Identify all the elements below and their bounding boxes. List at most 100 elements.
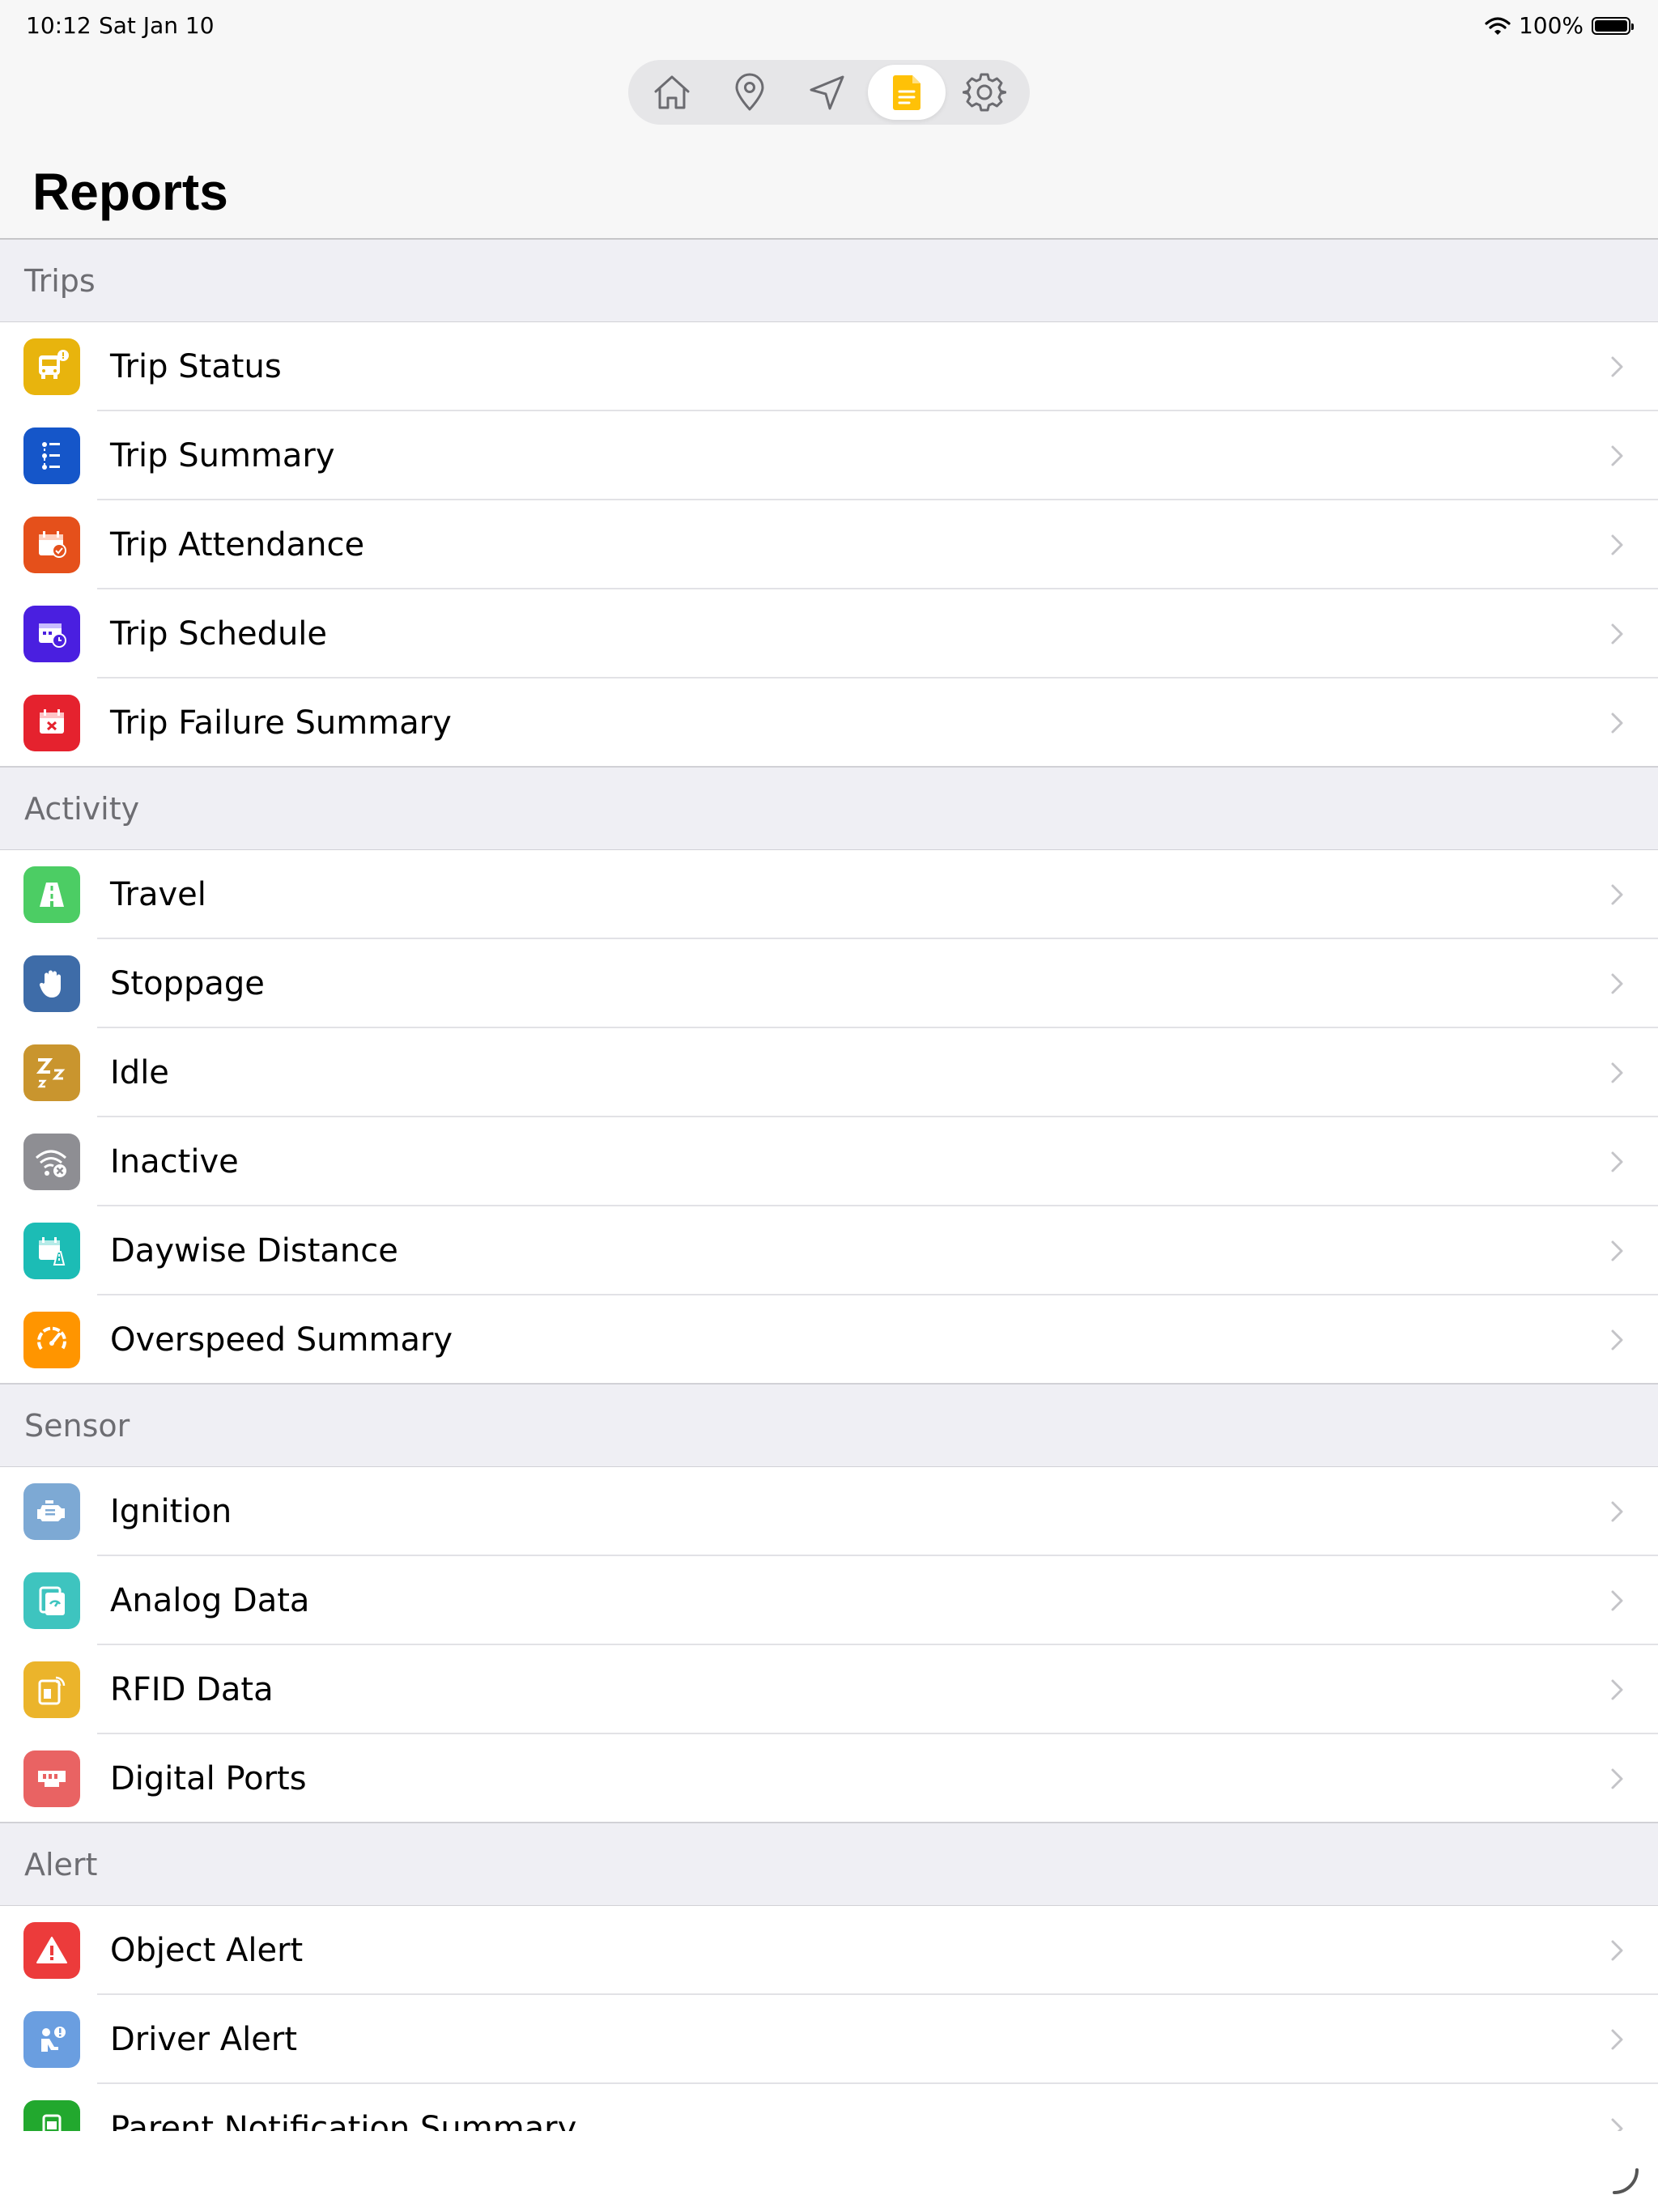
location-pin-icon [735,73,764,111]
section-header-sensor: Sensor [0,1385,1658,1467]
calendar-clock-icon [23,606,80,662]
list-item-label: Travel [110,876,206,913]
chevron-right-icon [1611,356,1623,377]
bottom-area [0,2131,1658,2212]
reports-list[interactable]: Trips Trip Status Trip Summary Trip Atte… [0,240,1658,2131]
digital-port-icon [23,1750,80,1807]
list-item-label: Driver Alert [110,2021,298,2058]
list-item-label: Idle [110,1054,169,1091]
list-item-label: Trip Attendance [110,526,365,564]
chevron-right-icon [1611,623,1623,644]
list-item-label: Inactive [110,1143,239,1180]
calendar-x-icon [23,695,80,751]
chevron-right-icon [1611,1679,1623,1700]
analog-gauge-icon [23,1572,80,1629]
tab-switcher [628,60,1030,125]
road-icon [23,866,80,923]
phone-notification-icon [23,2100,80,2131]
list-item-stoppage[interactable]: Stoppage [0,939,1658,1028]
wifi-icon [1485,16,1511,35]
chevron-right-icon [1611,884,1623,905]
speedometer-icon [23,1312,80,1368]
driver-alert-icon [23,2011,80,2068]
list-item-trip-status[interactable]: Trip Status [0,322,1658,411]
list-item-daywise-distance[interactable]: Daywise Distance [0,1206,1658,1295]
chevron-right-icon [1611,2118,1623,2131]
engine-icon [23,1483,80,1540]
tab-reports[interactable] [868,65,946,120]
chevron-right-icon [1611,973,1623,994]
chevron-right-icon [1611,1151,1623,1172]
list-item-label: Parent Notification Summary [110,2110,577,2131]
chevron-right-icon [1611,1501,1623,1522]
list-item-label: Overspeed Summary [110,1321,453,1359]
section-header-trips: Trips [0,240,1658,322]
rfid-card-icon [23,1661,80,1718]
tab-navigation[interactable] [800,65,855,120]
list-item-parent-notification-summary[interactable]: Parent Notification Summary [0,2084,1658,2131]
list-item-digital-ports[interactable]: Digital Ports [0,1734,1658,1823]
list-item-trip-attendance[interactable]: Trip Attendance [0,500,1658,589]
chevron-right-icon [1611,1940,1623,1961]
list-item-idle[interactable]: Idle [0,1028,1658,1117]
chevron-right-icon [1611,1329,1623,1351]
list-item-trip-schedule[interactable]: Trip Schedule [0,589,1658,678]
bus-alert-icon [23,338,80,395]
chevron-right-icon [1611,534,1623,555]
list-item-label: Trip Failure Summary [110,704,452,742]
calendar-check-icon [23,517,80,573]
list-item-label: Digital Ports [110,1760,307,1797]
list-item-object-alert[interactable]: Object Alert [0,1906,1658,1995]
loading-spinner-icon [1613,2168,1639,2194]
chevron-right-icon [1611,1768,1623,1789]
battery-fill [1595,19,1627,32]
list-item-rfid-data[interactable]: RFID Data [0,1645,1658,1734]
hand-stop-icon [23,955,80,1012]
tab-settings[interactable] [957,65,1012,120]
chevron-right-icon [1611,2029,1623,2050]
home-icon [654,75,690,109]
section-header-activity: Activity [0,768,1658,850]
list-item-travel[interactable]: Travel [0,850,1658,939]
navigation-arrow-icon [810,75,844,110]
tab-location[interactable] [722,65,777,120]
list-item-ignition[interactable]: Ignition [0,1467,1658,1556]
route-list-icon [23,428,80,484]
list-item-label: Ignition [110,1493,232,1530]
list-item-label: Stoppage [110,965,265,1002]
reports-document-icon [893,75,920,110]
list-item-label: Analog Data [110,1582,310,1619]
signal-off-icon [23,1134,80,1190]
warning-triangle-icon [23,1922,80,1979]
battery-icon [1592,16,1634,35]
list-item-trip-failure-summary[interactable]: Trip Failure Summary [0,678,1658,768]
chevron-right-icon [1611,1240,1623,1261]
list-item-inactive[interactable]: Inactive [0,1117,1658,1206]
list-item-label: Object Alert [110,1932,304,1969]
gear-icon [963,73,1006,112]
section-header-alert: Alert [0,1823,1658,1906]
status-date: Sat Jan 10 [99,12,215,39]
list-item-analog-data[interactable]: Analog Data [0,1556,1658,1645]
battery-percent: 100% [1518,12,1584,39]
list-item-label: Trip Status [110,348,282,385]
list-item-label: Trip Schedule [110,615,328,653]
sleep-zz-icon [23,1044,80,1101]
list-item-trip-summary[interactable]: Trip Summary [0,411,1658,500]
list-item-label: Daywise Distance [110,1232,398,1270]
chevron-right-icon [1611,713,1623,734]
list-item-label: Trip Summary [110,437,335,474]
page-title: Reports [32,163,228,221]
chevron-right-icon [1611,445,1623,466]
list-item-driver-alert[interactable]: Driver Alert [0,1995,1658,2084]
chevron-right-icon [1611,1590,1623,1611]
list-item-overspeed-summary[interactable]: Overspeed Summary [0,1295,1658,1385]
navigation-header: Reports [0,52,1658,240]
status-time: 10:12 [26,12,91,39]
tab-home[interactable] [644,65,699,120]
list-item-label: RFID Data [110,1671,274,1708]
status-bar: 10:12 Sat Jan 10 100% [0,0,1658,52]
calendar-road-icon [23,1223,80,1279]
status-indicators: 100% [1485,12,1634,39]
chevron-right-icon [1611,1062,1623,1083]
